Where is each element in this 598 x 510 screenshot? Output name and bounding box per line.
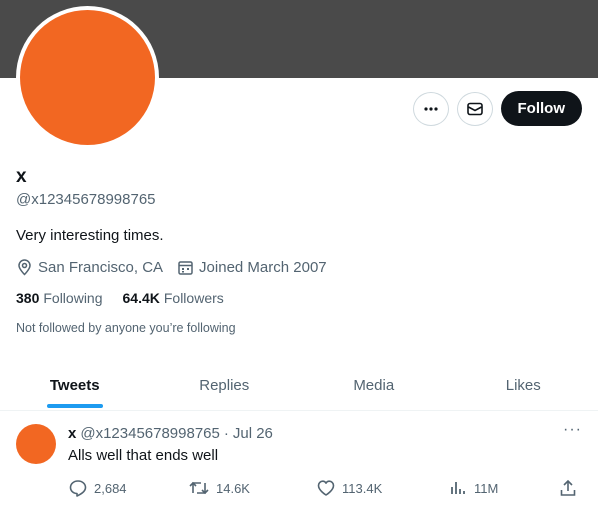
follow-button[interactable]: Follow — [500, 91, 582, 126]
tweet-author[interactable]: x — [68, 425, 76, 442]
tab-likes[interactable]: Likes — [449, 360, 598, 410]
tab-label: Media — [353, 376, 395, 394]
avatar-image — [20, 10, 155, 145]
tweet-handle[interactable]: @x12345678998765 — [80, 425, 220, 442]
active-tab-indicator — [46, 404, 103, 408]
analytics-icon — [451, 482, 465, 494]
share-icon — [560, 479, 576, 496]
profile-handle: @x12345678998765 — [16, 191, 156, 208]
profile-actions: Follow — [412, 91, 582, 126]
tab-label: Replies — [199, 376, 250, 394]
followers-label: Followers — [163, 290, 224, 306]
not-followed-notice: Not followed by anyone you’re following — [16, 321, 236, 335]
reply-icon — [69, 480, 87, 497]
tab-label: Tweets — [49, 376, 100, 394]
calendar-icon — [178, 261, 193, 275]
share-button[interactable] — [558, 478, 578, 498]
tab-replies[interactable]: Replies — [150, 360, 300, 410]
followers-link[interactable]: 64.4K Followers — [123, 290, 224, 306]
profile-avatar[interactable] — [16, 6, 159, 149]
tweet-date[interactable]: Jul 26 — [233, 425, 273, 442]
tweet-more-icon[interactable]: ··· — [563, 421, 582, 439]
location-text: San Francisco, CA — [38, 259, 164, 276]
retweet-count: 14.6K — [216, 480, 250, 496]
tweet-avatar[interactable] — [16, 424, 56, 464]
message-button[interactable] — [456, 91, 493, 126]
tweet-separator: · — [223, 425, 229, 442]
tab-tweets[interactable]: Tweets — [0, 360, 150, 410]
profile-name: x — [16, 166, 27, 187]
retweet-button[interactable]: 14.6K — [188, 478, 250, 498]
profile-page: Follow x @x12345678998765 Very interesti… — [0, 0, 598, 510]
tweet-text: Alls well that ends well — [68, 447, 219, 464]
tab-media[interactable]: Media — [299, 360, 449, 410]
tweet-actions: 2,684 14.6K 113.4K 11M — [68, 478, 582, 500]
following-label: Following — [43, 290, 103, 306]
retweet-icon — [189, 481, 209, 495]
joined-text: Joined March 2007 — [199, 259, 327, 276]
followers-count: 64.4K — [122, 290, 160, 306]
profile-stats: 380 Following 64.4K Followers — [16, 290, 224, 306]
like-count: 113.4K — [342, 480, 383, 496]
views-button[interactable]: 11M — [448, 478, 498, 498]
like-button[interactable]: 113.4K — [316, 478, 382, 498]
profile-meta: San Francisco, CA Joined March 2007 — [16, 259, 327, 276]
more-icon — [423, 106, 438, 111]
more-options-button[interactable] — [412, 91, 449, 126]
message-icon — [466, 102, 483, 115]
tweet-header: x @x12345678998765 · Jul 26 — [68, 425, 273, 442]
following-count: 380 — [16, 290, 40, 306]
profile-bio: Very interesting times. — [16, 227, 164, 244]
reply-count: 2,684 — [94, 480, 127, 496]
location: San Francisco, CA — [16, 259, 163, 276]
profile-tabs: Tweets Replies Media Likes — [0, 360, 598, 411]
heart-icon — [317, 480, 335, 496]
tab-label: Likes — [505, 376, 541, 394]
tweet[interactable]: x @x12345678998765 · Jul 26 ··· Alls wel… — [0, 411, 598, 510]
reply-button[interactable]: 2,684 — [68, 478, 127, 498]
joined-date: Joined March 2007 — [177, 259, 327, 276]
following-link[interactable]: 380 Following — [16, 290, 103, 306]
views-count: 11M — [474, 480, 499, 496]
location-pin-icon — [18, 259, 31, 276]
